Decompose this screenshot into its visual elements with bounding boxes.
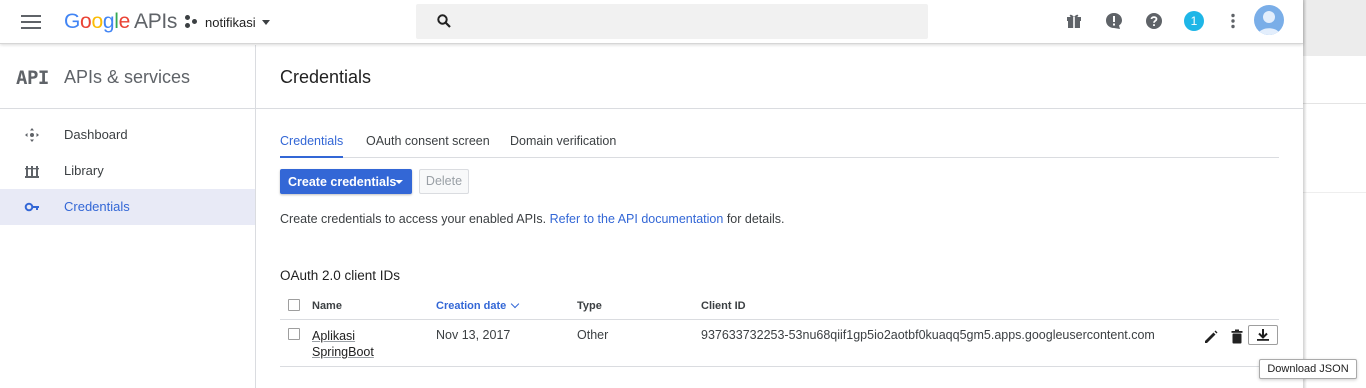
- key-icon: [24, 202, 39, 212]
- content-header: Credentials: [256, 45, 1303, 109]
- project-name: notifikasi: [205, 14, 256, 30]
- logo-letter: e: [118, 10, 131, 33]
- chevron-down-icon: [261, 19, 270, 25]
- download-json-button[interactable]: [1248, 325, 1278, 345]
- select-all-checkbox[interactable]: [288, 299, 300, 311]
- api-logo: API: [16, 67, 49, 89]
- column-header-name[interactable]: Name: [312, 300, 342, 312]
- column-header-label: Creation date: [436, 300, 507, 312]
- notification-badge[interactable]: 1: [1184, 11, 1204, 31]
- delete-button[interactable]: Delete: [419, 169, 469, 194]
- menu-icon[interactable]: [20, 12, 42, 32]
- sort-descending-icon: [511, 299, 520, 309]
- download-icon: [1257, 329, 1269, 341]
- chevron-down-icon: [395, 180, 403, 184]
- sidebar-title: APIs & services: [64, 67, 191, 87]
- column-header-type[interactable]: Type: [577, 300, 602, 312]
- tab-credentials[interactable]: Credentials: [280, 134, 344, 158]
- page-title: Credentials: [280, 67, 372, 87]
- help-icon[interactable]: [1145, 12, 1163, 30]
- dashboard-icon: [25, 128, 39, 142]
- google-apis-logo[interactable]: Google APIs: [64, 10, 177, 34]
- side-panel-shadow: [1303, 0, 1307, 388]
- type-cell: Other: [577, 328, 609, 342]
- tab-domain-verification[interactable]: Domain verification: [510, 134, 616, 158]
- column-header-creation-date[interactable]: Creation date: [436, 299, 520, 312]
- sidebar-item-label: Dashboard: [64, 127, 128, 142]
- top-bar: Google APIs notifikasi 1: [0, 0, 1303, 44]
- table-row: Aplikasi SpringBoot Nov 13, 2017 Other 9…: [280, 321, 1279, 367]
- search-bar[interactable]: [416, 4, 928, 39]
- gift-icon[interactable]: [1065, 12, 1083, 30]
- library-icon: [25, 166, 39, 178]
- column-header-client-id[interactable]: Client ID: [701, 300, 746, 312]
- app-window: Google APIs notifikasi 1 API APIs & serv…: [0, 0, 1303, 388]
- download-json-tooltip: Download JSON: [1259, 359, 1357, 379]
- logo-letter: o: [80, 10, 92, 33]
- info-text-main: Create credentials to access your enable…: [280, 212, 547, 226]
- project-icon: [185, 15, 199, 29]
- project-selector[interactable]: notifikasi: [185, 12, 270, 32]
- section-title: OAuth 2.0 client IDs: [280, 268, 401, 283]
- sidebar-item-label: Credentials: [64, 199, 130, 214]
- logo-letter: g: [102, 10, 115, 33]
- creation-date-cell: Nov 13, 2017: [436, 328, 511, 342]
- account-icon: [1258, 11, 1280, 35]
- delete-icon[interactable]: [1227, 327, 1247, 347]
- sidebar-item-dashboard[interactable]: Dashboard: [0, 117, 255, 153]
- row-checkbox[interactable]: [288, 328, 300, 340]
- side-panel-header: [1303, 0, 1366, 56]
- sidebar-item-library[interactable]: Library: [0, 153, 255, 189]
- sidebar: API APIs & services Dashboard Library Cr…: [0, 45, 256, 388]
- tab-oauth-consent-screen[interactable]: OAuth consent screen: [366, 134, 490, 158]
- account-avatar[interactable]: [1254, 5, 1284, 35]
- info-text-suffix: for details.: [726, 212, 785, 226]
- create-credentials-button[interactable]: Create credentials: [280, 169, 412, 194]
- logo-suffix: APIs: [133, 10, 178, 33]
- sidebar-header: API APIs & services: [0, 45, 255, 109]
- logo-letter: o: [91, 10, 103, 33]
- client-name-link[interactable]: Aplikasi SpringBoot: [312, 328, 392, 360]
- alert-icon[interactable]: [1105, 12, 1123, 30]
- create-credentials-label: Create credentials: [288, 175, 397, 189]
- logo-letter: G: [64, 10, 81, 33]
- sidebar-item-credentials[interactable]: Credentials: [0, 189, 255, 225]
- more-vert-icon[interactable]: [1224, 12, 1242, 30]
- client-name-line: SpringBoot: [312, 345, 374, 359]
- client-id-cell: 937633732253-53nu68qiif1gp5io2aotbf0kuaq…: [701, 328, 1155, 342]
- side-panel-divider: [1303, 192, 1366, 193]
- table-header: Name Creation date Type Client ID: [280, 295, 1279, 320]
- side-panel-divider: [1303, 103, 1366, 104]
- search-icon: [437, 14, 451, 28]
- info-text: Create credentials to access your enable…: [280, 212, 784, 226]
- side-panel-overlay: [1303, 0, 1366, 388]
- edit-icon[interactable]: [1201, 327, 1221, 347]
- client-name-line: Aplikasi: [312, 329, 356, 343]
- sidebar-item-label: Library: [64, 163, 104, 178]
- search-input[interactable]: [460, 4, 920, 39]
- api-documentation-link[interactable]: Refer to the API documentation: [550, 212, 724, 226]
- tab-bar: Credentials OAuth consent screen Domain …: [280, 122, 1279, 158]
